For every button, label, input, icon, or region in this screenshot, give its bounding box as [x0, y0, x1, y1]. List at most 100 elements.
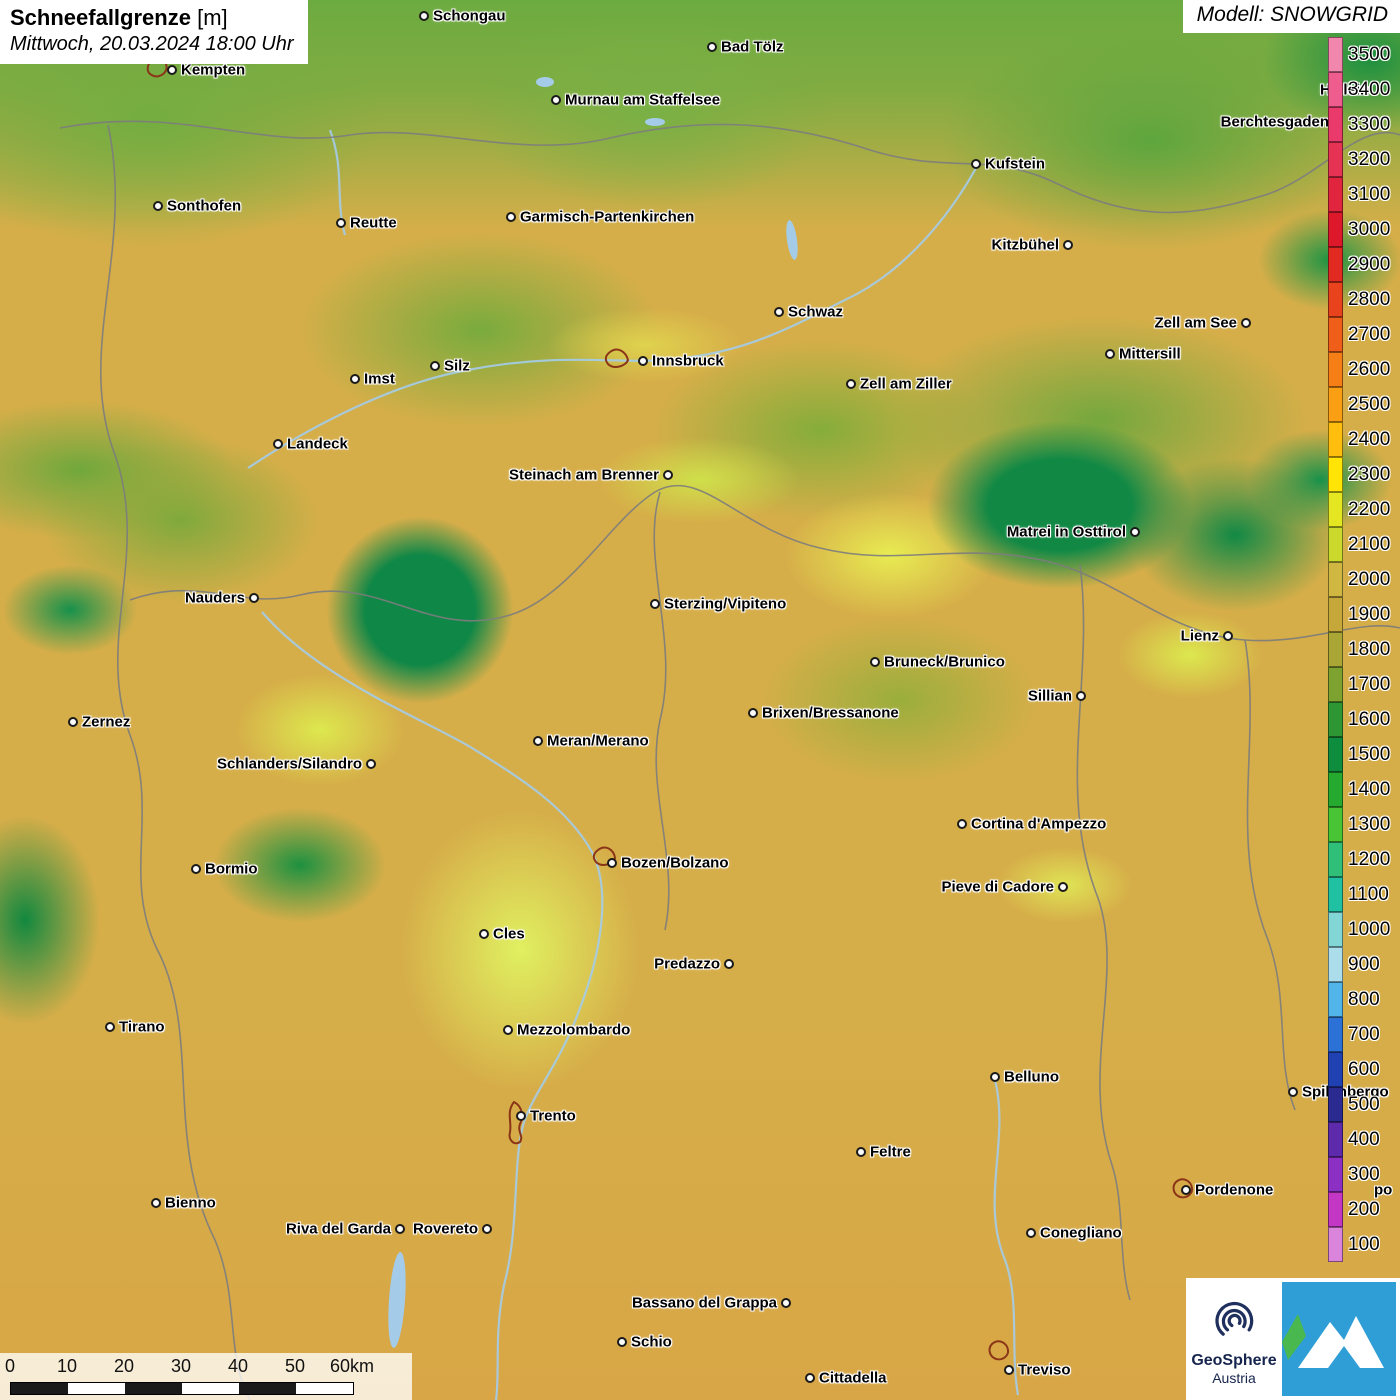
city-dot [990, 1072, 1000, 1082]
city-dot [1004, 1365, 1014, 1375]
colorbar-swatch [1328, 982, 1343, 1017]
colorbar-tick-label: 2800 [1348, 289, 1390, 311]
city-label: Conegliano [1040, 1225, 1122, 1242]
city-dot [1076, 691, 1086, 701]
city-dot [105, 1022, 115, 1032]
colorbar-step: 3200 [1328, 142, 1390, 177]
city-dot [748, 708, 758, 718]
scale-tick-label: 10 [57, 1356, 77, 1377]
city-label: Nauders [185, 590, 245, 607]
colorbar-swatch [1328, 737, 1343, 772]
colorbar: 3500340033003200310030002900280027002600… [1328, 37, 1390, 1262]
city-dot [617, 1337, 627, 1347]
colorbar-step: 1100 [1328, 877, 1390, 912]
city-dot [724, 959, 734, 969]
city-label: Trento [530, 1108, 576, 1125]
colorbar-step: 2900 [1328, 247, 1390, 282]
colorbar-tick-label: 2000 [1348, 569, 1390, 591]
colorbar-step: 1800 [1328, 632, 1390, 667]
city-dot [167, 65, 177, 75]
colorbar-tick-label: 2100 [1348, 534, 1390, 556]
geosphere-swirl-icon [1208, 1293, 1260, 1345]
colorbar-step: 1400 [1328, 772, 1390, 807]
scale-tick-label: 50 [285, 1356, 305, 1377]
scale-bar-segment [296, 1383, 353, 1394]
colorbar-swatch [1328, 947, 1343, 982]
colorbar-tick-label: 1800 [1348, 639, 1390, 661]
city-dot [430, 361, 440, 371]
colorbar-step: 300 [1328, 1157, 1390, 1192]
colorbar-swatch [1328, 877, 1343, 912]
colorbar-step: 1700 [1328, 667, 1390, 702]
city-label: Kufstein [985, 156, 1045, 173]
scale-bar-segment [68, 1383, 125, 1394]
colorbar-tick-label: 1700 [1348, 674, 1390, 696]
colorbar-swatch [1328, 317, 1343, 352]
colorbar-swatch [1328, 1017, 1343, 1052]
colorbar-step: 1600 [1328, 702, 1390, 737]
city-label: Schwaz [788, 304, 843, 321]
map-datetime: Mittwoch, 20.03.2024 18:00 Uhr [10, 33, 294, 56]
city-dot [1026, 1228, 1036, 1238]
city-dot [503, 1025, 513, 1035]
city-dot [506, 212, 516, 222]
colorbar-step: 2400 [1328, 422, 1390, 457]
colorbar-swatch [1328, 107, 1343, 142]
city-dot [191, 864, 201, 874]
city-label: Tirano [119, 1019, 165, 1036]
colorbar-tick-label: 1000 [1348, 919, 1390, 941]
city-dot [650, 599, 660, 609]
colorbar-swatch [1328, 842, 1343, 877]
city-label: Zell am Ziller [860, 376, 952, 393]
colorbar-step: 900 [1328, 947, 1390, 982]
city-label: Innsbruck [652, 353, 724, 370]
city-dot [249, 593, 259, 603]
map-title-line: Schneefallgrenze [m] [10, 5, 294, 31]
city-label: Riva del Garda [286, 1221, 391, 1238]
city-dot [856, 1147, 866, 1157]
city-layer: SchongauBad TölzKemptenMurnau am Staffel… [0, 0, 1400, 1400]
city-label: Silz [444, 358, 470, 375]
colorbar-swatch [1328, 1087, 1343, 1122]
scale-bar-segment [125, 1383, 182, 1394]
map-title-unit: [m] [197, 5, 228, 30]
colorbar-tick-label: 2900 [1348, 254, 1390, 276]
logo-strip: GeoSphere Austria [1186, 1278, 1400, 1400]
colorbar-step: 2100 [1328, 527, 1390, 562]
colorbar-step: 100 [1328, 1227, 1390, 1262]
colorbar-step: 2300 [1328, 457, 1390, 492]
colorbar-tick-label: 1600 [1348, 709, 1390, 731]
city-dot [482, 1224, 492, 1234]
city-label: Imst [364, 371, 395, 388]
city-dot [663, 470, 673, 480]
colorbar-tick-label: 2700 [1348, 324, 1390, 346]
city-dot [1223, 631, 1233, 641]
colorbar-swatch [1328, 387, 1343, 422]
colorbar-tick-label: 400 [1348, 1129, 1380, 1151]
colorbar-step: 3500 [1328, 37, 1390, 72]
city-dot [350, 374, 360, 384]
colorbar-swatch [1328, 282, 1343, 317]
colorbar-step: 200 [1328, 1192, 1390, 1227]
colorbar-swatch [1328, 597, 1343, 632]
model-label: Modell: SNOWGRID [1183, 0, 1400, 33]
city-label: Sterzing/Vipiteno [664, 596, 786, 613]
city-dot [1058, 882, 1068, 892]
city-label: Cles [493, 926, 525, 943]
scale-segments [10, 1382, 354, 1395]
colorbar-swatch [1328, 352, 1343, 387]
colorbar-swatch [1328, 177, 1343, 212]
colorbar-step: 1900 [1328, 597, 1390, 632]
colorbar-tick-label: 200 [1348, 1199, 1380, 1221]
colorbar-step: 3000 [1328, 212, 1390, 247]
city-dot [366, 759, 376, 769]
city-label: Zernez [82, 714, 130, 731]
colorbar-tick-label: 3200 [1348, 149, 1390, 171]
map-title: Schneefallgrenze [10, 5, 191, 30]
title-box: Schneefallgrenze [m] Mittwoch, 20.03.202… [0, 0, 308, 64]
geosphere-logo-country: Austria [1186, 1370, 1282, 1386]
colorbar-swatch [1328, 1122, 1343, 1157]
colorbar-swatch [1328, 772, 1343, 807]
city-label: Belluno [1004, 1069, 1059, 1086]
scale-bar-segment [239, 1383, 296, 1394]
